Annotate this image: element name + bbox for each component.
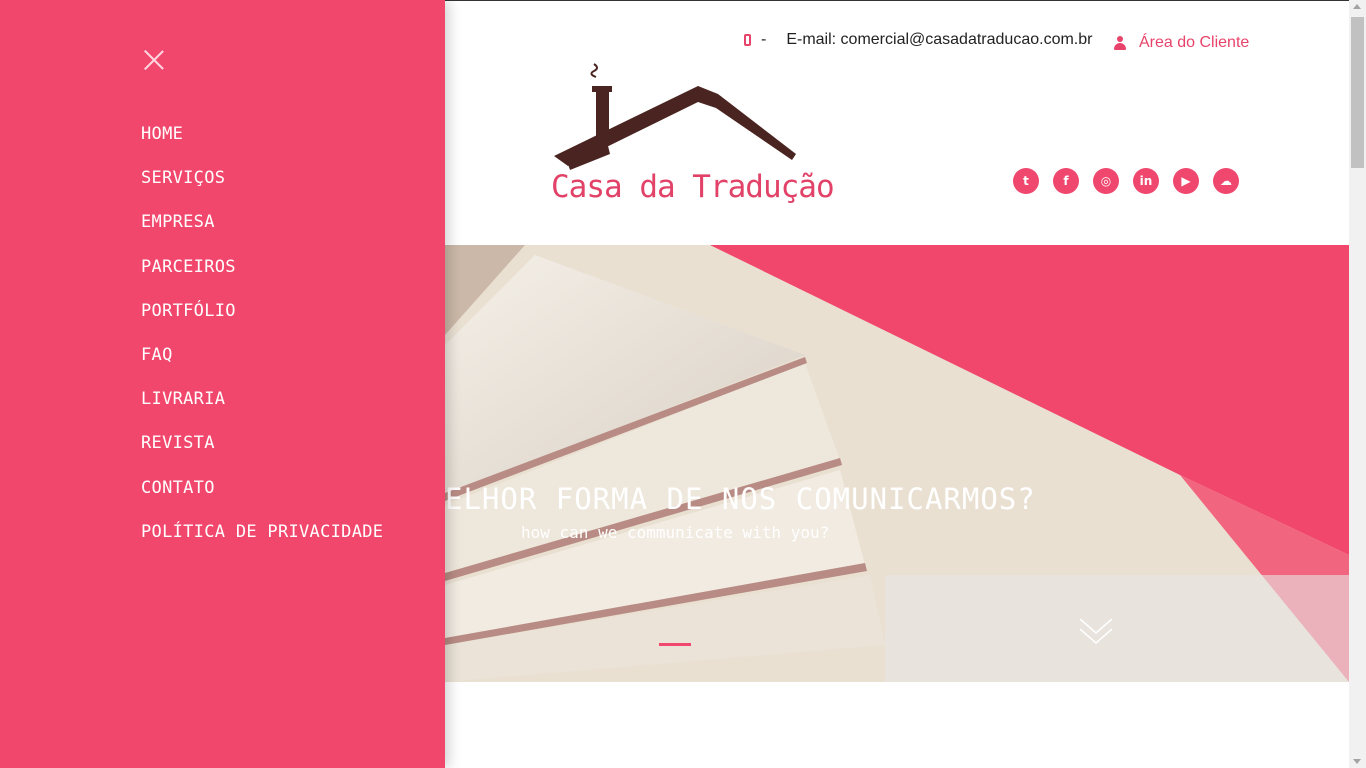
contact-bar: - E-mail: comercial@casadatraducao.com.b… — [744, 31, 1092, 49]
side-menu: HOME SERVIÇOS EMPRESA PARCEIROS PORTFÓLI… — [0, 0, 445, 768]
menu-list: HOME SERVIÇOS EMPRESA PARCEIROS PORTFÓLI… — [141, 124, 383, 566]
menu-item-portfolio[interactable]: PORTFÓLIO — [141, 301, 383, 345]
phone-icon — [744, 34, 751, 46]
menu-item-empresa[interactable]: EMPRESA — [141, 212, 383, 256]
menu-item-livraria[interactable]: LIVRARIA — [141, 389, 383, 433]
scroll-thumb[interactable] — [1351, 17, 1364, 168]
user-icon — [1114, 36, 1126, 50]
hero-background-image — [445, 245, 1349, 682]
phone-separator: - — [761, 31, 767, 48]
youtube-icon[interactable]: ▶ — [1173, 168, 1199, 194]
hero-subtitle: how can we communicate with you? — [521, 523, 830, 542]
client-area-link[interactable]: Área do Cliente — [1114, 34, 1249, 52]
hero-title: ELHOR FORMA DE NOS COMUNICARMOS? — [445, 482, 1036, 516]
twitter-icon[interactable]: t — [1013, 168, 1039, 194]
hero-banner: ELHOR FORMA DE NOS COMUNICARMOS? how can… — [445, 245, 1349, 682]
menu-item-revista[interactable]: REVISTA — [141, 433, 383, 477]
facebook-icon[interactable]: f — [1053, 168, 1079, 194]
chevron-down-icon[interactable] — [1078, 613, 1114, 649]
social-links: t f ◎ in ▶ ☁ — [1013, 168, 1239, 194]
menu-item-politica-privacidade[interactable]: POLÍTICA DE PRIVACIDADE — [141, 522, 383, 566]
menu-item-home[interactable]: HOME — [141, 124, 383, 168]
close-icon[interactable] — [143, 49, 165, 71]
logo-text: Casa da Tradução — [551, 169, 835, 205]
menu-item-faq[interactable]: FAQ — [141, 345, 383, 389]
linkedin-icon[interactable]: in — [1133, 168, 1159, 194]
scroll-up-arrow-icon[interactable] — [1353, 4, 1361, 9]
client-area-label: Área do Cliente — [1139, 34, 1250, 51]
scroll-down-arrow-icon[interactable] — [1353, 759, 1361, 764]
menu-item-parceiros[interactable]: PARCEIROS — [141, 257, 383, 301]
instagram-icon[interactable]: ◎ — [1093, 168, 1119, 194]
menu-item-servicos[interactable]: SERVIÇOS — [141, 168, 383, 212]
menu-item-contato[interactable]: CONTATO — [141, 478, 383, 522]
soundcloud-icon[interactable]: ☁ — [1213, 168, 1239, 194]
email-text[interactable]: E-mail: comercial@casadatraducao.com.br — [786, 31, 1092, 49]
slider-indicator[interactable] — [659, 643, 691, 646]
page-scrollbar[interactable] — [1349, 0, 1366, 768]
